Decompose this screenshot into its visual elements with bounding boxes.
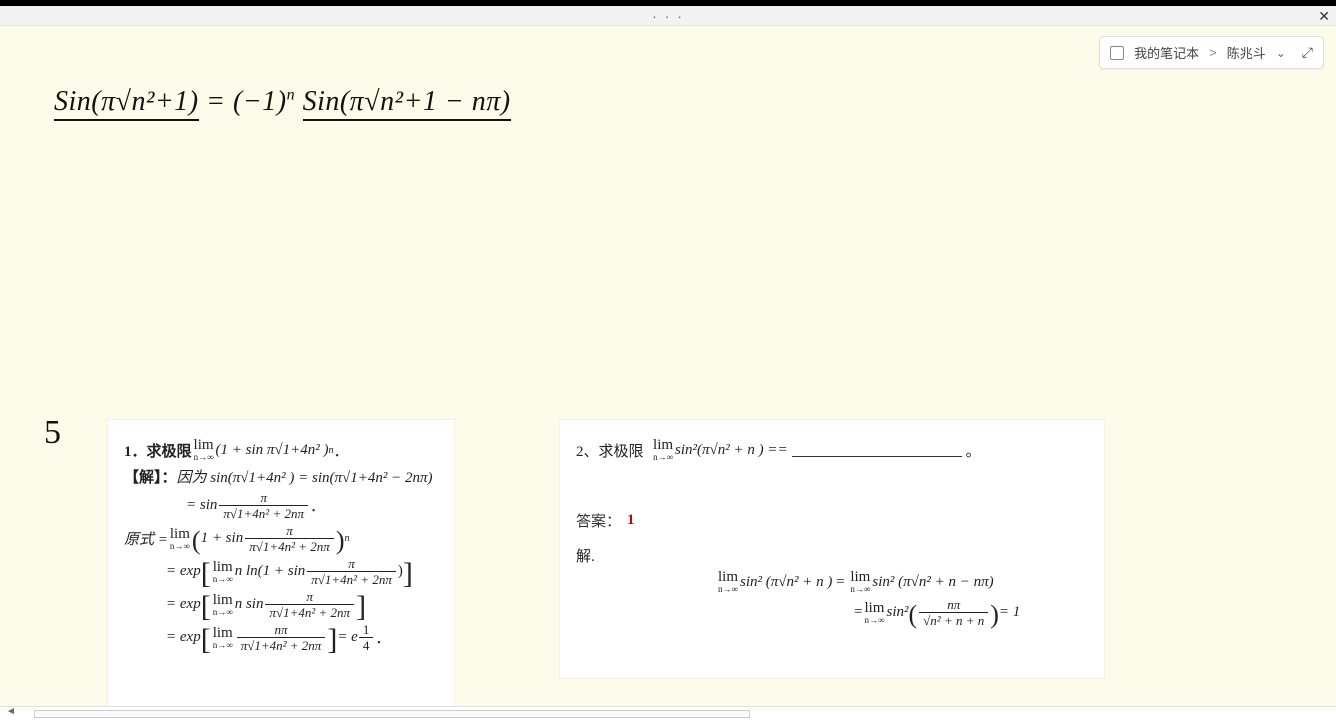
p2-l2res: = 1	[999, 604, 1020, 621]
p1-supn2: n	[344, 533, 349, 544]
p1-limsub4: n→∞	[213, 608, 233, 617]
p1-resn: 1	[359, 623, 374, 637]
p1-s3body: 1 + sin	[201, 530, 244, 547]
hand-lhs: Sin(π√n²+1)	[54, 86, 199, 121]
p1-sol3: 原式 = limn→∞ ( 1 + sin ππ√1+4n² + 2nπ )n	[124, 524, 438, 553]
p2-lim1b: lim	[850, 570, 870, 585]
p1-resd: 4	[359, 637, 374, 652]
problem-panel-2: 2、 求极限 limn→∞ sin²(π√n² + n ) == 。 答案： 1…	[560, 420, 1104, 678]
handwriting-five: 5	[44, 414, 61, 452]
p2-l2pre: =	[854, 604, 862, 621]
p1-qnum: 1．	[124, 440, 147, 461]
p2-sol2: = limn→∞ sin² ( nπ√n² + n + n ) = 1	[854, 598, 1088, 627]
p1-lim5: lim	[213, 626, 233, 641]
p1-sol4: = exp [ limn→∞ n ln(1 + sin ππ√1+4n² + 2…	[166, 557, 438, 586]
p2-qlabel: 求极限	[599, 440, 644, 461]
p1-sol6: = exp [ limn→∞ nππ√1+4n² + 2nπ ] = e14．	[166, 623, 438, 652]
p1-fnum5: nπ	[271, 623, 292, 637]
p1-fden2: π√1+4n² + 2nπ	[245, 538, 334, 553]
p2-sollabel: 解.	[576, 545, 595, 566]
p1-fden: π√1+4n² + 2nπ	[219, 505, 308, 520]
note-canvas[interactable]: 我的笔记本 > 陈兆斗 ⌄ ⤢ Sin(π√n²+1) = (−1)n Sin(…	[0, 26, 1336, 706]
p2-l1l: sin² (π√n² + n )	[740, 574, 832, 591]
p1-sol2: = sin ππ√1+4n² + 2nπ．	[186, 491, 438, 520]
notebook-icon	[1110, 46, 1124, 60]
p1-qlabel: 求极限	[147, 440, 192, 461]
p1-lim2: lim	[170, 527, 190, 542]
p2-l2body: sin²	[886, 604, 908, 621]
p1-fpi4: π	[303, 590, 318, 604]
hand-exp: n	[287, 87, 296, 104]
p1-limsub: n→∞	[194, 453, 214, 462]
close-icon[interactable]: ✕	[1318, 8, 1330, 25]
p1-qbody: (1 + sin π√1+4n² )	[216, 442, 329, 459]
p1-fden5: π√1+4n² + 2nπ	[237, 637, 326, 652]
p1-supn: n	[329, 445, 334, 456]
p2-fnum: nπ	[943, 598, 964, 612]
p1-s5pre: = exp	[166, 596, 201, 613]
p1-sollabel: 【解】：	[124, 466, 177, 487]
p2-answer: 答案： 1	[576, 510, 1088, 531]
handwriting-formula: Sin(π√n²+1) = (−1)n Sin(π√n²+1 − nπ)	[54, 86, 511, 118]
breadcrumb-sep: >	[1209, 45, 1217, 60]
p1-lim3: lim	[213, 560, 233, 575]
p1-question: 1． 求极限 limn→∞ (1 + sin π√1+4n² )n．	[124, 438, 438, 462]
p2-sub1b: n→∞	[850, 585, 870, 594]
hand-eq: =	[206, 86, 233, 117]
p2-limsub: n→∞	[653, 453, 673, 462]
p1-s6pre: = exp	[166, 629, 201, 646]
p2-question: 2、 求极限 limn→∞ sin²(π√n² + n ) == 。	[576, 438, 1088, 462]
more-icon[interactable]: · · ·	[652, 8, 684, 24]
breadcrumb-page[interactable]: 陈兆斗	[1227, 43, 1266, 62]
p1-s4pre: = exp	[166, 563, 201, 580]
horizontal-scrollbar[interactable]	[34, 710, 750, 718]
p1-fpi: π	[256, 491, 271, 505]
problem-panel-1: 1． 求极限 limn→∞ (1 + sin π√1+4n² )n． 【解】： …	[108, 420, 454, 720]
p1-s1: 因为 sin(π√1+4n² ) = sin(π√1+4n² − 2nπ)	[177, 466, 433, 487]
p1-fden4: π√1+4n² + 2nπ	[265, 604, 354, 619]
p1-limsub3: n→∞	[213, 575, 233, 584]
p1-sol5: = exp [ limn→∞ n sin ππ√1+4n² + 2nπ ]	[166, 590, 438, 619]
p1-sol1: 【解】： 因为 sin(π√1+4n² ) = sin(π√1+4n² − 2n…	[124, 466, 438, 487]
p1-fpi2: π	[282, 524, 297, 538]
p1-fden3: π√1+4n² + 2nπ	[307, 571, 396, 586]
breadcrumb-notebook[interactable]: 我的笔记本	[1134, 43, 1199, 62]
p1-lim4: lim	[213, 593, 233, 608]
p2-lim1: lim	[718, 570, 738, 585]
app-toolbar: · · · ✕	[0, 6, 1336, 26]
hand-neg1: (−1)	[233, 86, 287, 117]
p2-lim2: lim	[864, 601, 884, 616]
breadcrumb[interactable]: 我的笔记本 > 陈兆斗 ⌄ ⤢	[1099, 36, 1324, 69]
p2-sub2: n→∞	[865, 616, 885, 625]
p1-s5body: n sin	[235, 596, 264, 613]
answer-blank	[792, 443, 962, 457]
p1-s2eq: = sin	[186, 497, 217, 514]
p2-qnum: 2、	[576, 440, 599, 461]
p1-limsub2: n→∞	[170, 542, 190, 551]
p2-fden: √n² + n + n	[919, 612, 988, 627]
expand-icon[interactable]: ⤢	[1302, 44, 1313, 61]
p1-s3pre: 原式 =	[124, 528, 168, 549]
p1-lim: lim	[194, 438, 214, 453]
p2-lim: lim	[653, 438, 673, 453]
chevron-down-icon[interactable]: ⌄	[1276, 46, 1286, 60]
p1-s4body: n ln(1 + sin	[235, 563, 306, 580]
p1-limsub5: n→∞	[213, 641, 233, 650]
p2-sub1: n→∞	[718, 585, 738, 594]
p2-sol1: limn→∞ sin² (π√n² + n ) = limn→∞ sin² (π…	[716, 570, 1088, 594]
p1-fpi3: π	[344, 557, 359, 571]
p2-ansval: 1	[627, 512, 635, 529]
p1-res: = e	[337, 629, 358, 646]
p2-qbody: sin²(π√n² + n ) ==	[675, 442, 788, 459]
p2-l1r: sin² (π√n² + n − nπ)	[872, 574, 993, 591]
status-bar: ◄	[0, 706, 1336, 720]
scroll-left-icon[interactable]: ◄	[6, 706, 16, 717]
hand-rhs: Sin(π√n²+1 − nπ)	[303, 86, 511, 121]
p2-sol-label: 解.	[576, 545, 1088, 566]
p2-anslabel: 答案：	[576, 510, 621, 531]
